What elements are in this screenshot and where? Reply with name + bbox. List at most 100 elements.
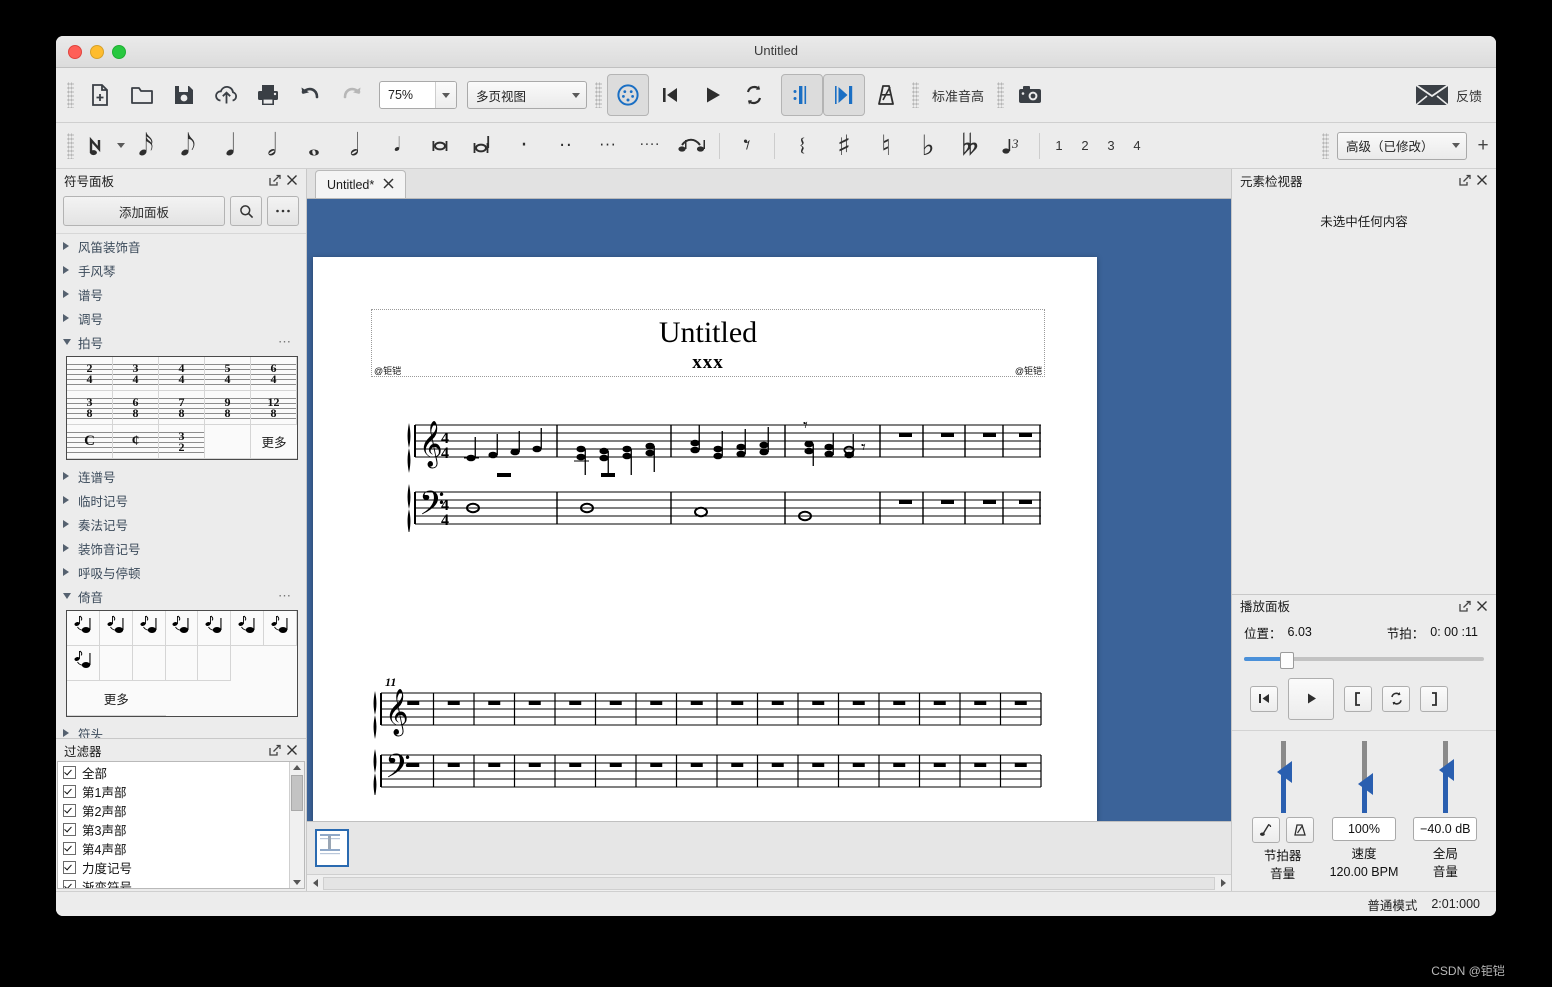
playback-loop-button[interactable] xyxy=(1382,685,1410,712)
toolbar-grip-playback[interactable] xyxy=(595,82,602,108)
dot-single-button[interactable]: · xyxy=(503,125,545,167)
double-sharp-button[interactable]: 𝄔 xyxy=(781,125,823,167)
filter-checkbox[interactable] xyxy=(63,785,76,798)
palette-item-clefs[interactable]: 谱号 xyxy=(56,282,306,306)
voice-3-button[interactable]: 3 xyxy=(1098,131,1124,161)
slider-thumb[interactable] xyxy=(1280,651,1294,669)
workspace-dropdown-arrow[interactable] xyxy=(1446,133,1466,159)
play-button[interactable] xyxy=(691,74,733,116)
grace-note-cell[interactable] xyxy=(67,646,100,681)
inspector-undock-icon[interactable] xyxy=(1456,172,1473,189)
new-file-button[interactable] xyxy=(79,74,121,116)
metronome-toggle-button[interactable] xyxy=(1251,816,1280,843)
whole-rest[interactable] xyxy=(690,701,703,705)
whole-rest[interactable] xyxy=(731,763,744,767)
palette-undock-icon[interactable] xyxy=(266,172,283,189)
tie-button[interactable] xyxy=(671,125,713,167)
score-page[interactable]: Untitled xxx @钜铠 @钜铠 𝄞 𝄢 4 4 4 4 𝄾 𝄾 11 … xyxy=(313,257,1097,821)
rewind-button[interactable] xyxy=(649,74,691,116)
scroll-right-icon[interactable] xyxy=(1215,879,1231,887)
time-signature-cell[interactable]: 54 xyxy=(205,357,251,391)
scroll-down-icon[interactable] xyxy=(293,880,301,885)
time-signature-cell[interactable]: ¢ xyxy=(113,425,159,459)
duration-breve-button[interactable] xyxy=(419,125,461,167)
horizontal-scrollbar[interactable] xyxy=(307,874,1231,891)
rest-button[interactable]: 𝄾 xyxy=(726,125,768,167)
filter-checkbox[interactable] xyxy=(63,880,76,888)
voice-2-button[interactable]: 2 xyxy=(1072,131,1098,161)
whole-rest[interactable] xyxy=(488,701,501,705)
palette-item-barlines[interactable]: 连谱号 xyxy=(56,464,306,488)
workspace-combobox[interactable]: 高级（已修改） xyxy=(1337,131,1467,160)
score-header-frame[interactable]: Untitled xxx @钜铠 @钜铠 xyxy=(371,309,1045,377)
metronome-volume-slider[interactable] xyxy=(1268,740,1298,813)
slider-knob[interactable] xyxy=(1276,760,1292,783)
undo-button[interactable] xyxy=(289,74,331,116)
natural-button[interactable]: ♮ xyxy=(865,125,907,167)
slider-knob[interactable] xyxy=(1439,758,1455,781)
time-signature-cell[interactable]: 78 xyxy=(159,391,205,425)
whole-rest[interactable] xyxy=(609,701,622,705)
whole-rest[interactable] xyxy=(690,763,703,767)
whole-rest[interactable] xyxy=(974,763,987,767)
palette-item-key-signatures[interactable]: 调号 xyxy=(56,306,306,330)
whole-rest[interactable] xyxy=(488,763,501,767)
duration-quarter-button[interactable]: 𝅝 xyxy=(293,125,335,167)
palette-more-link[interactable]: 更多 xyxy=(67,681,166,716)
whole-rest[interactable] xyxy=(609,763,622,767)
whole-rest[interactable] xyxy=(1014,701,1027,705)
scrollbar-thumb[interactable] xyxy=(291,775,303,811)
redo-button[interactable] xyxy=(331,74,373,116)
horizontal-scroll-track[interactable] xyxy=(323,876,1215,890)
toolbar-grip-capture[interactable] xyxy=(997,82,1005,108)
count-in-button[interactable] xyxy=(823,74,865,116)
cloud-upload-button[interactable] xyxy=(205,74,247,116)
tempo-value-field[interactable]: 100% xyxy=(1331,816,1396,841)
duration-16th-button[interactable]: 𝅘𝅥 xyxy=(209,125,251,167)
score-system-2[interactable]: 𝄞 𝄢 xyxy=(371,685,1045,795)
toolbar-grip[interactable] xyxy=(67,82,74,108)
whole-rest[interactable] xyxy=(447,763,460,767)
time-signature-cell[interactable]: 32 xyxy=(159,425,205,459)
grace-note-cell[interactable] xyxy=(231,611,265,646)
duration-longa-button[interactable] xyxy=(461,125,503,167)
whole-rest[interactable] xyxy=(650,763,663,767)
master-volume-field[interactable]: −40.0 dB xyxy=(1413,816,1478,841)
whole-rest[interactable] xyxy=(893,763,906,767)
palette-more-link[interactable]: 更多 xyxy=(251,425,297,459)
duration-32nd-button[interactable]: 𝅘𝅥𝅮 xyxy=(167,125,209,167)
duration-eighth-button[interactable]: 𝅗𝅥 xyxy=(251,125,293,167)
playback-close-icon[interactable] xyxy=(1473,597,1490,614)
time-signature-cell[interactable]: 68 xyxy=(113,391,159,425)
dot-triple-button[interactable]: ··· xyxy=(587,125,629,167)
whole-rest[interactable] xyxy=(569,701,582,705)
zoom-combobox[interactable]: 75% xyxy=(379,81,457,109)
tab-close-icon[interactable] xyxy=(383,177,394,192)
voice-1-button[interactable]: 1 xyxy=(1046,131,1072,161)
filter-checkbox[interactable] xyxy=(63,766,76,779)
whole-rest[interactable] xyxy=(893,701,906,705)
playback-undock-icon[interactable] xyxy=(1456,597,1473,614)
filter-row[interactable]: 第1声部 xyxy=(58,782,289,801)
grace-note-cell[interactable] xyxy=(198,611,232,646)
whole-rest[interactable] xyxy=(528,763,541,767)
palette-item-time-signatures[interactable]: 拍号 ⋯ xyxy=(56,330,306,354)
time-signature-cell[interactable]: 64 xyxy=(251,357,297,391)
filter-row[interactable]: 力度记号 xyxy=(58,858,289,877)
count-in-toggle-button[interactable] xyxy=(1285,816,1314,843)
filter-checkbox[interactable] xyxy=(63,804,76,817)
dot-quadruple-button[interactable]: ···· xyxy=(629,125,671,167)
filter-scrollbar[interactable] xyxy=(289,762,304,888)
whole-rest[interactable] xyxy=(528,701,541,705)
whole-rest[interactable] xyxy=(731,701,744,705)
double-flat-button[interactable]: 𝄫 xyxy=(949,125,991,167)
document-tab[interactable]: Untitled* xyxy=(315,170,407,198)
palette-search-button[interactable] xyxy=(230,196,262,226)
palette-more-button[interactable] xyxy=(267,196,299,226)
sharp-button[interactable]: ♯ xyxy=(823,125,865,167)
note-input-dropdown-arrow[interactable] xyxy=(117,143,125,148)
duration-64th-button[interactable]: 𝅘𝅥𝅯 xyxy=(125,125,167,167)
play-repeats-button[interactable] xyxy=(781,74,823,116)
whole-rest[interactable] xyxy=(933,701,946,705)
filter-row[interactable]: 全部 xyxy=(58,763,289,782)
